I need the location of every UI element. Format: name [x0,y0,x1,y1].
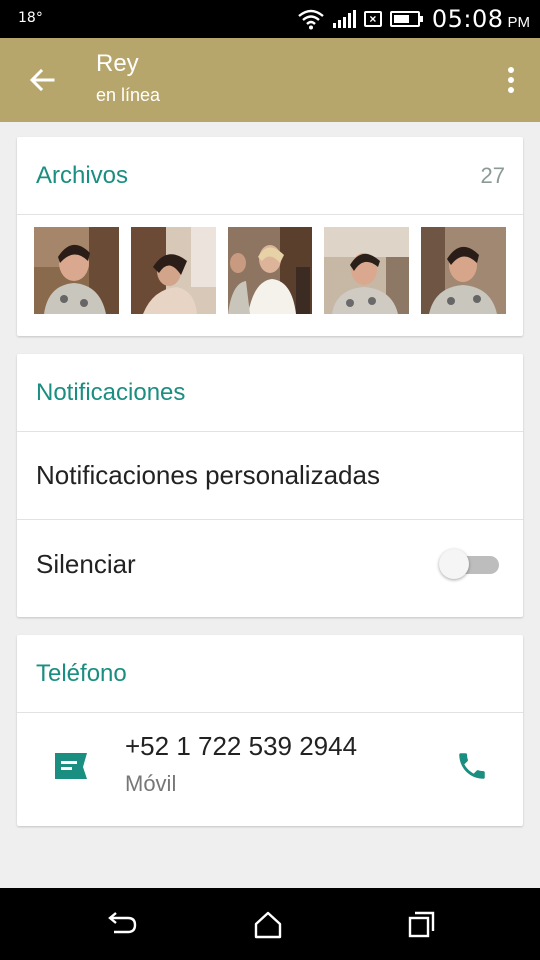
notifications-header: Notificaciones [17,354,523,432]
back-arrow-icon [29,68,55,92]
battery-icon [389,11,423,27]
nav-recents-icon[interactable] [402,910,442,940]
wifi-icon [298,9,324,30]
app-bar: Rey en línea [0,38,540,122]
more-options-button[interactable] [500,62,522,98]
clock: 05:08 PM [431,5,530,33]
media-thumbnail[interactable] [34,227,119,314]
phone-title: Teléfono [36,659,127,687]
mute-label: Silenciar [36,548,136,579]
media-thumbnail[interactable] [421,227,506,314]
navigation-bar [0,888,540,960]
notifications-card: Notificaciones Notificaciones personaliz… [17,354,523,617]
media-title: Archivos [36,161,129,189]
media-thumbnail[interactable] [130,227,216,314]
x-box-icon: × [363,11,382,27]
nav-home-icon[interactable] [248,910,288,940]
custom-notifications-label: Notificaciones personalizadas [36,460,380,490]
custom-notifications-row[interactable]: Notificaciones personalizadas [17,432,523,520]
mute-toggle[interactable] [439,549,499,579]
signal-icon [332,10,356,28]
mute-row[interactable]: Silenciar [17,520,523,608]
notifications-title: Notificaciones [36,378,186,406]
status-bar: 18° × 05:08 PM [0,0,540,38]
media-card: Archivos 27 [17,137,523,336]
call-icon[interactable] [455,749,489,783]
media-count: 27 [480,162,505,188]
phone-card: Teléfono +52 1 722 539 2944 Móvil [17,635,523,826]
phone-type: Móvil [125,771,177,796]
more-vert-icon [508,67,514,73]
phone-number: +52 1 722 539 2944 [125,731,358,761]
media-thumbnails [17,215,523,326]
contact-status: en línea [96,85,161,105]
phone-header: Teléfono [17,635,523,713]
contact-header[interactable]: Rey en línea [96,48,160,110]
temperature-indicator: 18° [18,10,43,26]
message-icon[interactable] [53,751,89,783]
toggle-thumb [439,549,469,579]
back-button[interactable] [18,58,66,102]
phone-row[interactable]: +52 1 722 539 2944 Móvil [17,713,523,825]
media-header[interactable]: Archivos 27 [17,137,523,215]
media-thumbnail[interactable] [324,227,410,314]
contact-name: Rey [96,50,139,77]
nav-back-icon[interactable] [102,910,142,940]
media-thumbnail[interactable] [227,227,313,314]
